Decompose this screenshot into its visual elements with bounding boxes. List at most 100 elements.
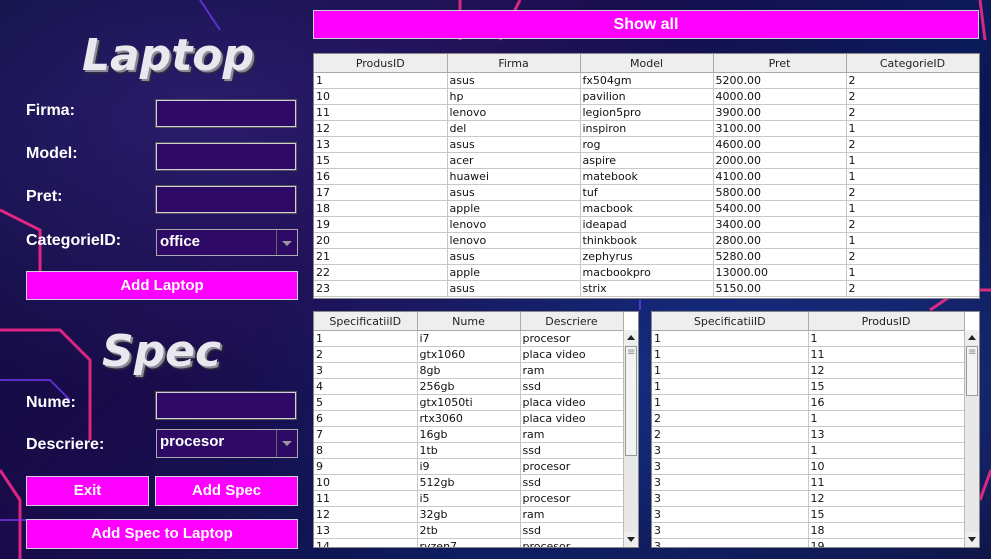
column-header[interactable]: Firma: [447, 54, 581, 73]
table-cell[interactable]: procesor: [520, 330, 624, 347]
table-cell[interactable]: 3: [652, 522, 809, 539]
table-cell[interactable]: ssd: [520, 378, 624, 395]
table-cell[interactable]: gtx1050ti: [417, 394, 521, 411]
table-cell[interactable]: 20: [314, 232, 448, 249]
table-cell[interactable]: 7: [314, 426, 418, 443]
table-row[interactable]: 2 gtx1060 placa video: [314, 346, 624, 363]
table-cell[interactable]: rtx3060: [417, 410, 521, 427]
table-cell[interactable]: 17: [314, 184, 448, 201]
table-cell[interactable]: 15: [808, 378, 965, 395]
table-cell[interactable]: 3: [652, 506, 809, 523]
descriere-select[interactable]: procesor: [156, 429, 298, 458]
table-row[interactable]: 21: [652, 410, 965, 427]
table-row[interactable]: 1 12: [652, 362, 965, 379]
table-cell[interactable]: placa video: [520, 410, 624, 427]
table-row[interactable]: 13 2tb ssd: [314, 522, 624, 539]
table-cell[interactable]: 13: [314, 522, 418, 539]
table-cell[interactable]: 3: [652, 458, 809, 475]
table-cell[interactable]: 12: [314, 506, 418, 523]
table-cell[interactable]: 23: [314, 280, 448, 297]
table-cell[interactable]: ram: [520, 506, 624, 523]
table-cell[interactable]: 512gb: [417, 474, 521, 491]
chevron-down-icon[interactable]: [276, 430, 297, 457]
table-cell[interactable]: 1: [652, 362, 809, 379]
table-cell[interactable]: 2: [652, 410, 809, 427]
exit-button[interactable]: Exit: [26, 476, 149, 506]
table-cell[interactable]: 1: [846, 120, 979, 137]
table-cell[interactable]: ideapad: [580, 216, 714, 233]
table-row[interactable]: 4 256gb ssd: [314, 378, 624, 395]
table-row[interactable]: 7 16gb ram: [314, 426, 624, 443]
table-cell[interactable]: 11: [808, 346, 965, 363]
table-cell[interactable]: 2: [846, 216, 979, 233]
table-cell[interactable]: del: [447, 120, 581, 137]
table-row[interactable]: 3 11: [652, 474, 965, 491]
table-cell[interactable]: 4600.00: [713, 136, 847, 153]
table-cell[interactable]: 5800.00: [713, 184, 847, 201]
specs-scrollbar[interactable]: [623, 330, 638, 547]
table-cell[interactable]: 2: [846, 184, 979, 201]
table-cell[interactable]: placa video: [520, 346, 624, 363]
firma-input[interactable]: [155, 99, 297, 128]
table-cell[interactable]: zephyrus: [580, 248, 714, 265]
table-row[interactable]: 3 12: [652, 490, 965, 507]
table-cell[interactable]: ssd: [520, 442, 624, 459]
table-cell[interactable]: 6: [314, 410, 418, 427]
table-cell[interactable]: strix: [580, 280, 714, 297]
table-row[interactable]: 13 asus rog 4600.00 2: [314, 136, 979, 153]
link-scrollbar[interactable]: [964, 330, 979, 547]
table-cell[interactable]: 32gb: [417, 506, 521, 523]
scroll-down-icon[interactable]: [965, 532, 979, 547]
table-cell[interactable]: 1: [652, 394, 809, 411]
table-cell[interactable]: asus: [447, 184, 581, 201]
nume-input[interactable]: [155, 391, 297, 420]
table-cell[interactable]: 8: [314, 442, 418, 459]
table-cell[interactable]: ssd: [520, 522, 624, 539]
table-cell[interactable]: 2: [846, 104, 979, 121]
column-header[interactable]: ProdusID: [808, 312, 965, 331]
laptops-table[interactable]: ProdusID Firma Model Pret CategorieID 1 asus f…: [313, 53, 980, 299]
table-cell[interactable]: 3: [652, 442, 809, 459]
table-cell[interactable]: 3400.00: [713, 216, 847, 233]
table-cell[interactable]: 3: [652, 474, 809, 491]
table-cell[interactable]: 18: [808, 522, 965, 539]
table-row[interactable]: 17 asus tuf 5800.00 2: [314, 184, 979, 201]
table-cell[interactable]: 22: [314, 264, 448, 281]
table-cell[interactable]: 256gb: [417, 378, 521, 395]
add-laptop-button[interactable]: Add Laptop: [26, 271, 298, 300]
column-header[interactable]: ProdusID: [314, 54, 448, 73]
table-cell[interactable]: 13: [314, 136, 448, 153]
table-row[interactable]: 15 acer aspire 2000.00 1: [314, 152, 979, 169]
table-cell[interactable]: 15: [808, 506, 965, 523]
table-cell[interactable]: 2: [846, 72, 979, 89]
pret-input[interactable]: [155, 185, 297, 214]
table-cell[interactable]: 15: [314, 152, 448, 169]
table-cell[interactable]: 12: [314, 120, 448, 137]
scroll-thumb[interactable]: [966, 346, 978, 396]
categorie-select[interactable]: office: [156, 229, 298, 256]
table-cell[interactable]: 1: [808, 330, 965, 347]
table-cell[interactable]: 5200.00: [713, 72, 847, 89]
table-cell[interactable]: lenovo: [447, 104, 581, 121]
table-cell[interactable]: 1: [846, 200, 979, 217]
table-cell[interactable]: pavilion: [580, 88, 714, 105]
table-cell[interactable]: 2: [846, 248, 979, 265]
table-cell[interactable]: lenovo: [447, 216, 581, 233]
table-cell[interactable]: 1: [846, 264, 979, 281]
table-row[interactable]: 31: [652, 442, 965, 459]
table-row[interactable]: 11 i5 procesor: [314, 490, 624, 507]
table-cell[interactable]: 12: [808, 362, 965, 379]
table-cell[interactable]: apple: [447, 200, 581, 217]
table-cell[interactable]: 14: [314, 538, 418, 547]
table-cell[interactable]: asus: [447, 280, 581, 297]
table-row[interactable]: 8 1tb ssd: [314, 442, 624, 459]
table-cell[interactable]: tuf: [580, 184, 714, 201]
table-row[interactable]: 12 del inspiron 3100.00 1: [314, 120, 979, 137]
table-cell[interactable]: 1tb: [417, 442, 521, 459]
table-cell[interactable]: procesor: [520, 458, 624, 475]
table-cell[interactable]: 13: [808, 426, 965, 443]
table-cell[interactable]: 1: [652, 346, 809, 363]
table-row[interactable]: 18 apple macbook 5400.00 1: [314, 200, 979, 217]
table-cell[interactable]: 2tb: [417, 522, 521, 539]
table-cell[interactable]: 11: [808, 474, 965, 491]
